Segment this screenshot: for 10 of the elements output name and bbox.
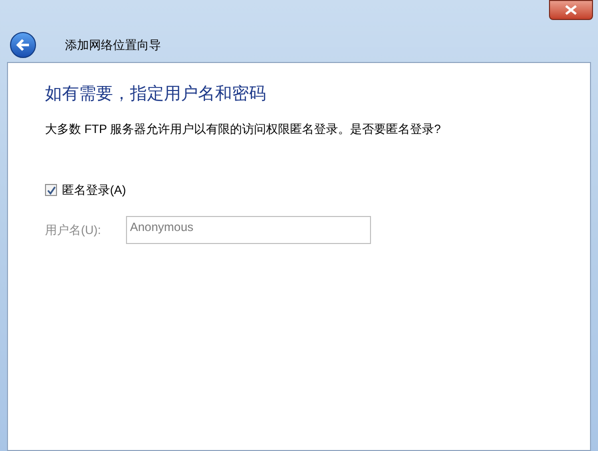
close-button[interactable] xyxy=(549,0,593,20)
anonymous-checkbox[interactable] xyxy=(45,184,57,196)
close-icon xyxy=(565,5,577,15)
window-title: 添加网络位置向导 xyxy=(65,37,161,54)
back-button[interactable] xyxy=(10,32,36,58)
heading: 如有需要，指定用户名和密码 xyxy=(45,83,267,105)
anonymous-label: 匿名登录(A) xyxy=(62,182,126,199)
username-label: 用户名(U): xyxy=(45,222,102,239)
description: 大多数 FTP 服务器允许用户以有限的访问权限匿名登录。是否要匿名登录? xyxy=(45,121,442,138)
back-arrow-icon xyxy=(16,39,30,51)
